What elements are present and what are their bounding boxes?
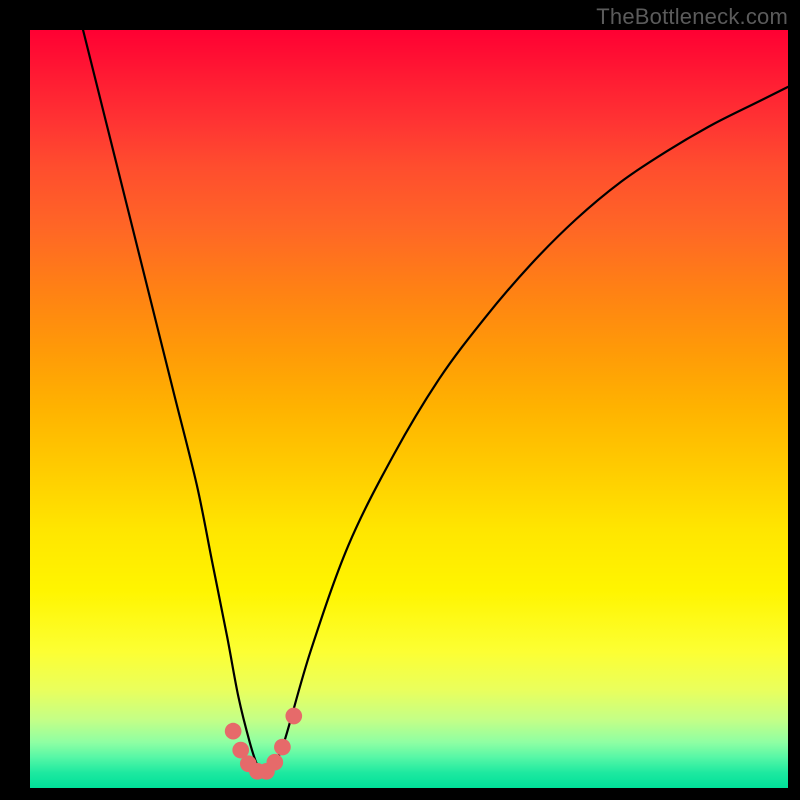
curve-marker [225,723,242,740]
chart-frame: TheBottleneck.com [0,0,800,800]
curve-svg [30,30,788,788]
curve-marker [285,708,302,725]
curve-marker [266,754,283,771]
bottleneck-curve [83,30,788,773]
watermark-text: TheBottleneck.com [596,4,788,30]
plot-area [30,30,788,788]
curve-marker [274,739,291,756]
curve-markers [225,708,302,780]
